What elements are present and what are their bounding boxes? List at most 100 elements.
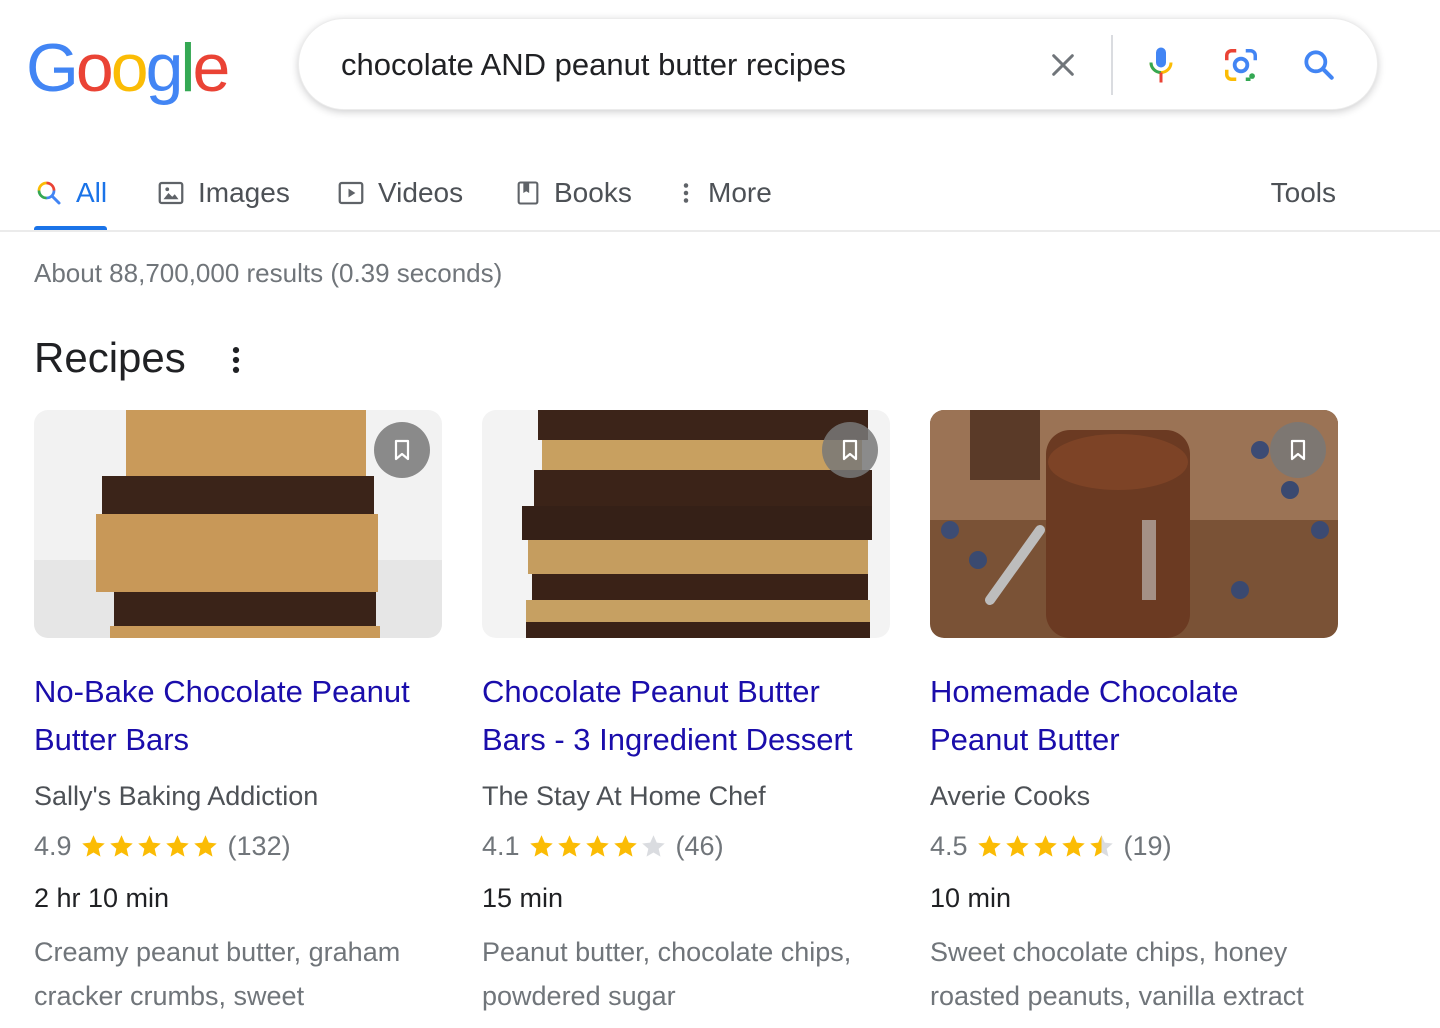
- result-stats: About 88,700,000 results (0.39 seconds): [34, 258, 503, 288]
- recipe-ingredients: Peanut butter, chocolate chips, powdered…: [482, 930, 890, 1018]
- title-line: Butter Bars: [34, 722, 190, 757]
- star-full-icon: [1005, 834, 1029, 857]
- star-full-icon: [193, 834, 217, 857]
- microphone-icon: [1149, 47, 1173, 83]
- title-line: Chocolate Peanut Butter: [482, 674, 820, 709]
- logo-letter: l: [180, 30, 195, 106]
- recipe-card[interactable]: Homemade Chocolate Peanut Butter Averie …: [930, 410, 1338, 1018]
- star-rating: [976, 833, 1116, 860]
- save-recipe-button[interactable]: [374, 422, 430, 478]
- voice-search-button[interactable]: [1141, 43, 1181, 87]
- review-count: (132): [227, 830, 291, 861]
- tab-more[interactable]: More: [676, 168, 772, 218]
- tab-label: Books: [554, 177, 632, 208]
- recipe-source: The Stay At Home Chef: [482, 781, 766, 811]
- star-full-icon: [585, 834, 609, 857]
- title-line: No-Bake Chocolate Peanut: [34, 674, 410, 709]
- recipe-card[interactable]: Chocolate Peanut Butter Bars - 3 Ingredi…: [482, 410, 890, 1018]
- clear-search-button[interactable]: [1043, 45, 1083, 85]
- search-box[interactable]: chocolate AND peanut butter recipes: [298, 18, 1378, 110]
- recipe-ingredients: Creamy peanut butter, graham cracker cru…: [34, 930, 442, 1018]
- close-icon: [1052, 54, 1074, 76]
- desc-line: Peanut butter, chocolate chips,: [482, 937, 852, 967]
- recipe-rating: 4.5 (19): [930, 828, 1338, 864]
- title-line: Bars - 3 Ingredient Dessert: [482, 722, 853, 757]
- logo-letter: o: [75, 30, 114, 106]
- save-recipe-button[interactable]: [822, 422, 878, 478]
- title-line: Homemade Chocolate: [930, 674, 1239, 709]
- bookmark-icon: [1290, 439, 1306, 461]
- recipe-title-link[interactable]: No-Bake Chocolate Peanut Butter Bars: [34, 668, 442, 764]
- recipe-time: 2 hr 10 min: [34, 883, 170, 913]
- tab-label: Images: [198, 177, 290, 208]
- search-icon: [1304, 50, 1334, 80]
- rating-value: 4.5: [930, 830, 968, 861]
- tab-all[interactable]: All: [34, 168, 107, 218]
- chocolate-spread-jar-photo[interactable]: [930, 410, 1338, 638]
- star-full-icon: [1033, 834, 1057, 857]
- rating-value: 4.1: [482, 830, 520, 861]
- tabs-divider: [0, 230, 1440, 232]
- review-count: (46): [675, 830, 724, 861]
- search-multicolor-icon: [34, 178, 64, 208]
- layered-bars-photo[interactable]: [482, 410, 890, 638]
- lens-icon: [1225, 49, 1257, 81]
- star-full-icon: [165, 834, 189, 857]
- bookmark-icon: [394, 439, 410, 461]
- tools-button[interactable]: Tools: [1271, 168, 1336, 218]
- star-full-icon: [529, 834, 553, 857]
- logo-letter: G: [26, 30, 79, 106]
- star-full-icon: [81, 834, 105, 857]
- recipe-title-link[interactable]: Homemade Chocolate Peanut Butter: [930, 668, 1338, 764]
- tab-label: More: [708, 177, 772, 208]
- star-full-icon: [1061, 834, 1085, 857]
- title-line: Peanut Butter: [930, 722, 1120, 757]
- bookmark-icon: [842, 439, 858, 461]
- recipes-heading: Recipes: [34, 334, 186, 381]
- tab-books[interactable]: Books: [514, 168, 632, 218]
- star-full-icon: [109, 834, 133, 857]
- more-vert-icon: [676, 178, 696, 208]
- search-divider: [1111, 35, 1113, 95]
- recipes-options-button[interactable]: [222, 340, 250, 380]
- save-recipe-button[interactable]: [1270, 422, 1326, 478]
- logo-letter: e: [192, 30, 231, 106]
- recipe-title-link[interactable]: Chocolate Peanut Butter Bars - 3 Ingredi…: [482, 668, 890, 764]
- desc-line: Sweet chocolate chips, honey: [930, 937, 1288, 967]
- tab-videos[interactable]: Videos: [336, 168, 463, 218]
- rating-value: 4.9: [34, 830, 72, 861]
- recipe-rating: 4.9 (132): [34, 828, 442, 864]
- lens-search-button[interactable]: [1219, 43, 1263, 87]
- tab-label: Videos: [378, 177, 464, 208]
- more-vert-icon: [232, 346, 240, 374]
- recipe-time: 15 min: [482, 883, 564, 913]
- star-full-icon: [137, 834, 161, 857]
- recipe-source: Averie Cooks: [930, 781, 1091, 811]
- star-rating: [528, 833, 668, 860]
- star-full-icon: [613, 834, 637, 857]
- desc-line: powdered sugar: [482, 981, 676, 1011]
- star-full-icon: [557, 834, 581, 857]
- star-full-icon: [977, 834, 1001, 857]
- tab-images[interactable]: Images: [156, 168, 290, 218]
- star-empty-icon: [641, 834, 665, 857]
- tab-label: All: [76, 177, 108, 208]
- book-icon: [514, 178, 542, 208]
- star-rating: [80, 833, 220, 860]
- search-tabs: All Images Videos Books More Tools: [0, 160, 1440, 232]
- desc-line: Creamy peanut butter, graham: [34, 937, 401, 967]
- search-input[interactable]: chocolate AND peanut butter recipes: [341, 47, 846, 83]
- logo-letter: g: [145, 30, 184, 106]
- recipe-rating: 4.1 (46): [482, 828, 890, 864]
- peanut-butter-bars-photo[interactable]: [34, 410, 442, 638]
- desc-line: roasted peanuts, vanilla extract: [930, 981, 1304, 1011]
- desc-line: cracker crumbs, sweet: [34, 981, 305, 1011]
- play-icon: [336, 178, 366, 208]
- google-logo[interactable]: Google: [26, 30, 231, 106]
- image-icon: [156, 178, 186, 208]
- recipe-time: 10 min: [930, 883, 1012, 913]
- recipe-card[interactable]: No-Bake Chocolate Peanut Butter Bars Sal…: [34, 410, 442, 1018]
- search-submit-button[interactable]: [1297, 43, 1341, 87]
- logo-letter: o: [110, 30, 149, 106]
- recipe-ingredients: Sweet chocolate chips, honey roasted pea…: [930, 930, 1338, 1018]
